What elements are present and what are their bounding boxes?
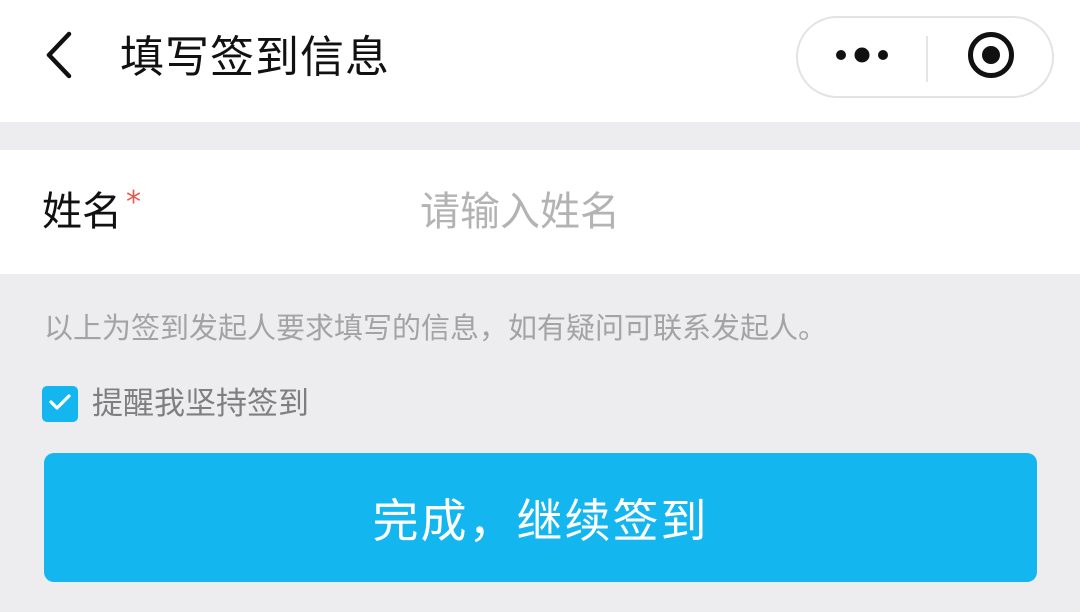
complete-continue-button[interactable]: 完成，继续签到 <box>44 453 1037 582</box>
name-field-label: 姓名 <box>42 189 122 235</box>
mini-program-capsule <box>796 16 1054 98</box>
page-title: 填写签到信息 <box>120 32 390 83</box>
remind-checkbox[interactable] <box>42 386 78 422</box>
target-circle-icon <box>966 30 1016 84</box>
back-button[interactable] <box>30 24 86 90</box>
close-button[interactable] <box>928 18 1054 96</box>
top-nav-bar: 填写签到信息 <box>0 0 1080 122</box>
checkin-info-page: 填写签到信息 姓名 * 请输入姓名 以上为签到发起人要求填写的信息，如有疑问可联… <box>0 0 1080 612</box>
chevron-left-icon <box>43 30 73 84</box>
remind-checkbox-label: 提醒我坚持签到 <box>92 386 309 422</box>
info-hint-text: 以上为签到发起人要求填写的信息，如有疑问可联系发起人。 <box>44 311 828 345</box>
required-mark: * <box>126 185 141 220</box>
complete-continue-label: 完成，继续签到 <box>372 494 709 547</box>
name-input[interactable] <box>420 178 1040 246</box>
more-button[interactable] <box>798 18 926 96</box>
checkmark-icon <box>48 392 72 416</box>
more-dots-icon <box>834 45 890 69</box>
remind-checkbox-row[interactable]: 提醒我坚持签到 <box>42 382 309 426</box>
name-field-row: 姓名 * <box>0 150 1080 274</box>
